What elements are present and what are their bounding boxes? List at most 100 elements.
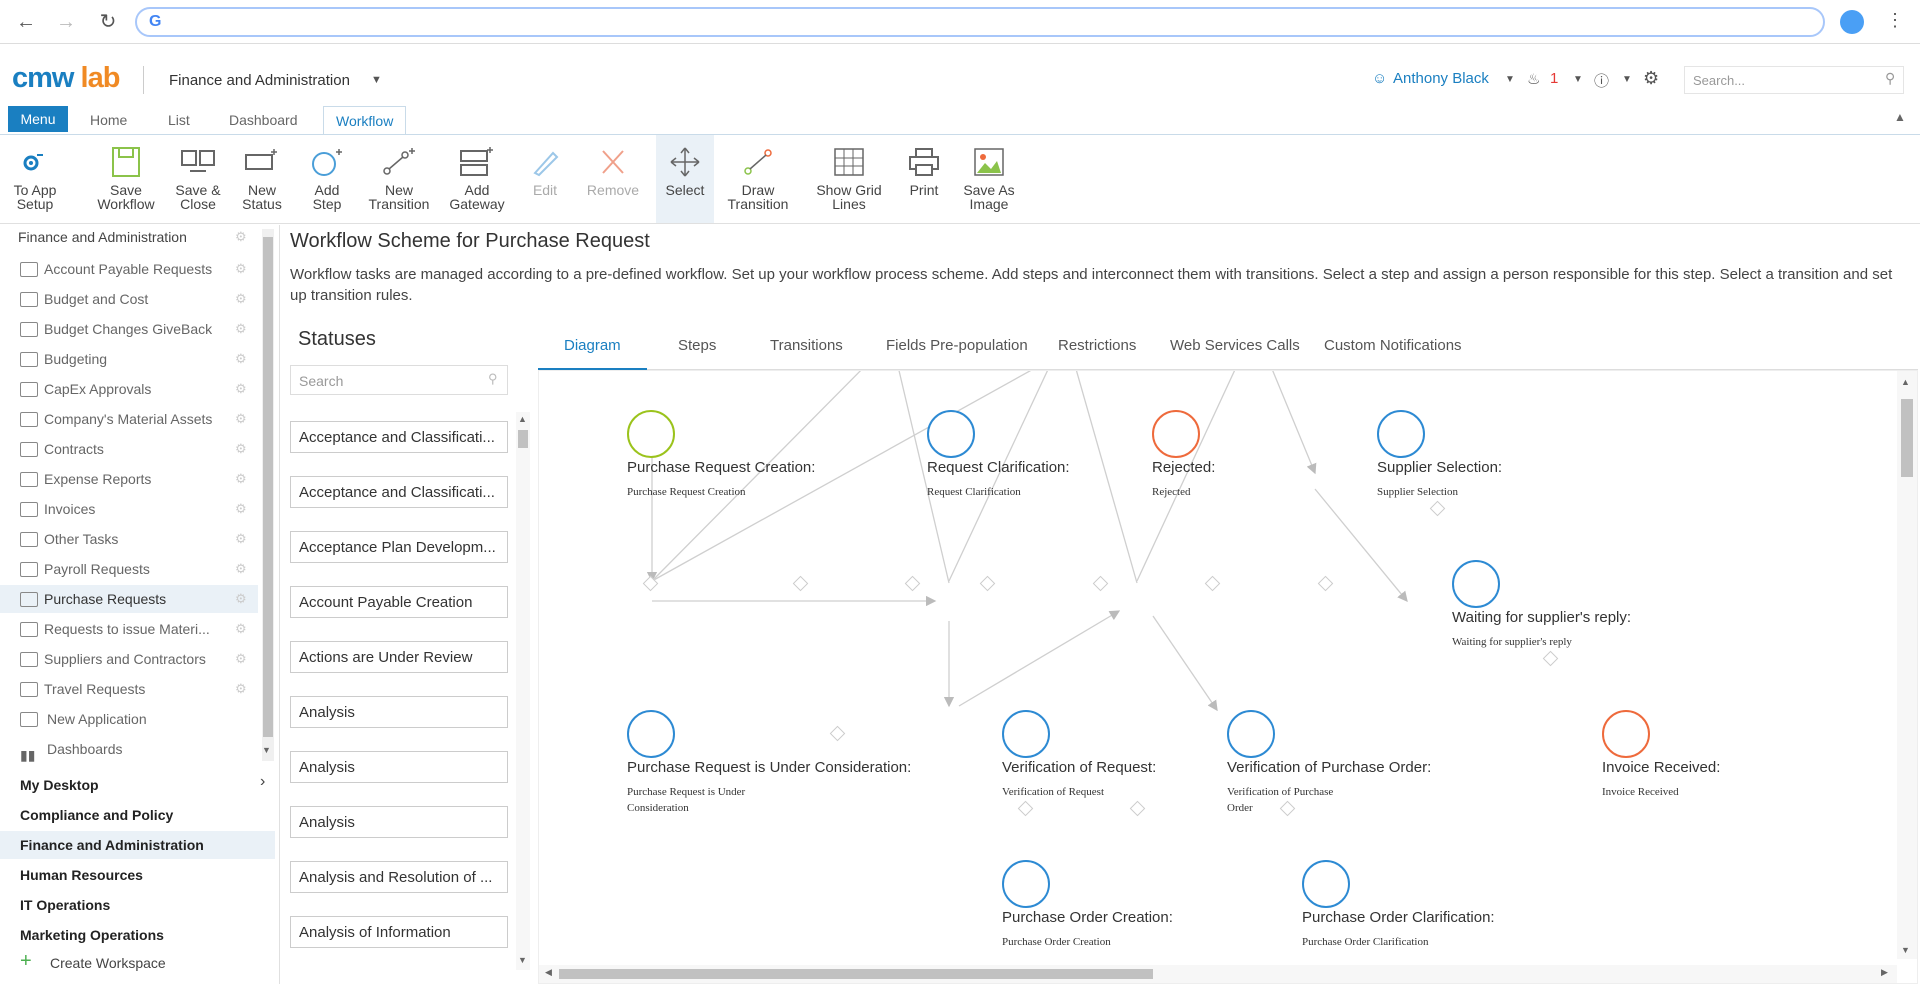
- sidebar-item-suppliers-and-contractors[interactable]: Suppliers and Contractors ⚙: [0, 645, 258, 673]
- chevron-right-icon[interactable]: ›: [260, 773, 265, 791]
- gear-icon[interactable]: ⚙: [235, 375, 247, 403]
- print-button[interactable]: Print: [900, 135, 948, 223]
- plus-icon[interactable]: +: [20, 951, 32, 971]
- gear-icon[interactable]: ⚙: [235, 645, 247, 673]
- sidebar-scroll-down-icon[interactable]: ▼: [262, 745, 271, 755]
- search-icon[interactable]: ⚲: [1885, 70, 1895, 87]
- workflow-step-node[interactable]: [1302, 860, 1350, 908]
- draw-transition-button[interactable]: Draw Transition: [720, 135, 796, 223]
- statuses-scroll-thumb[interactable]: [518, 430, 528, 448]
- select-button[interactable]: Select: [656, 135, 714, 223]
- tab-fields-pre-population[interactable]: Fields Pre-population: [860, 330, 1054, 370]
- tab-transitions[interactable]: Transitions: [744, 330, 869, 370]
- sidebar-item-travel-requests[interactable]: Travel Requests ⚙: [0, 675, 258, 703]
- extension-icon[interactable]: [1840, 10, 1864, 34]
- settings-gear-icon[interactable]: ⚙: [1643, 68, 1659, 89]
- diagram-scroll-right-icon[interactable]: ▶: [1881, 967, 1888, 978]
- sidebar-item-other-tasks[interactable]: Other Tasks ⚙: [0, 525, 258, 553]
- sidebar-item-invoices[interactable]: Invoices ⚙: [0, 495, 258, 523]
- status-item[interactable]: Acceptance and Classificati...: [290, 421, 508, 453]
- gear-icon[interactable]: ⚙: [235, 525, 247, 553]
- new-transition-button[interactable]: New Transition: [364, 135, 434, 223]
- forward-icon[interactable]: →: [54, 10, 78, 34]
- group-marketing-operations[interactable]: Marketing Operations: [0, 921, 275, 949]
- sidebar-new-application[interactable]: New Application: [0, 705, 258, 733]
- status-item[interactable]: Analysis: [290, 806, 508, 838]
- group-compliance-and-policy[interactable]: Compliance and Policy: [0, 801, 275, 829]
- add-gateway-button[interactable]: Add Gateway: [446, 135, 508, 223]
- sidebar-scroll-thumb[interactable]: [263, 237, 273, 737]
- statuses-scroll-up-icon[interactable]: ▲: [518, 414, 527, 424]
- sidebar-scrollbar[interactable]: [262, 229, 274, 761]
- tab-steps[interactable]: Steps: [652, 330, 742, 370]
- sidebar-item-budget-changes-giveback[interactable]: Budget Changes GiveBack ⚙: [0, 315, 258, 343]
- status-item[interactable]: Analysis and Resolution of ...: [290, 861, 508, 893]
- notification-caret-icon[interactable]: ▼: [1573, 74, 1583, 85]
- menu-button[interactable]: Menu: [8, 106, 68, 132]
- group-human-resources[interactable]: Human Resources: [0, 861, 275, 889]
- status-item[interactable]: Account Payable Creation: [290, 586, 508, 618]
- group-my-desktop[interactable]: My Desktop: [0, 771, 275, 799]
- sidebar-item-budget-and-cost[interactable]: Budget and Cost ⚙: [0, 285, 258, 313]
- global-search-input[interactable]: Search...: [1684, 66, 1904, 94]
- diagram-scroll-down-icon[interactable]: ▼: [1901, 945, 1910, 955]
- diagram-vscroll-thumb[interactable]: [1901, 399, 1913, 477]
- workspace-caret-icon[interactable]: ▼: [371, 74, 382, 86]
- gear-icon[interactable]: ⚙: [235, 615, 247, 643]
- workflow-step-node[interactable]: [1377, 410, 1425, 458]
- reload-icon[interactable]: ↻: [96, 10, 120, 34]
- search-icon[interactable]: ⚲: [488, 371, 498, 387]
- sidebar-item-purchase-requests[interactable]: Purchase Requests ⚙: [0, 585, 258, 613]
- sidebar-dashboards[interactable]: ▮▮ Dashboards: [0, 735, 258, 763]
- gear-icon[interactable]: ⚙: [235, 495, 247, 523]
- gear-icon[interactable]: ⚙: [235, 585, 247, 613]
- user-name[interactable]: Anthony Black: [1393, 70, 1489, 87]
- address-bar[interactable]: G: [135, 7, 1825, 37]
- help-icon[interactable]: ⓘ: [1594, 70, 1609, 91]
- gear-icon[interactable]: ⚙: [235, 285, 247, 313]
- add-step-button[interactable]: Add Step: [304, 135, 350, 223]
- tab-list[interactable]: List: [156, 106, 202, 134]
- gear-icon[interactable]: ⚙: [235, 435, 247, 463]
- user-caret-icon[interactable]: ▼: [1505, 74, 1515, 85]
- workspace-title[interactable]: Finance and Administration: [169, 72, 350, 89]
- sidebar-item-company-material-assets[interactable]: Company's Material Assets ⚙: [0, 405, 258, 433]
- remove-button[interactable]: Remove: [584, 135, 642, 223]
- workflow-step-node[interactable]: [1002, 710, 1050, 758]
- gear-icon[interactable]: ⚙: [235, 315, 247, 343]
- sidebar-item-contracts[interactable]: Contracts ⚙: [0, 435, 258, 463]
- sidebar-header[interactable]: Finance and Administration: [18, 229, 187, 245]
- back-icon[interactable]: ←: [14, 10, 38, 34]
- workflow-step-node[interactable]: [1152, 410, 1200, 458]
- status-item[interactable]: Acceptance and Classificati...: [290, 476, 508, 508]
- sidebar-item-expense-reports[interactable]: Expense Reports ⚙: [0, 465, 258, 493]
- save-close-button[interactable]: Save & Close: [170, 135, 226, 223]
- tab-dashboard[interactable]: Dashboard: [217, 106, 310, 134]
- tab-restrictions[interactable]: Restrictions: [1032, 330, 1162, 370]
- save-workflow-button[interactable]: Save Workflow: [88, 135, 164, 223]
- sidebar-item-capex-approvals[interactable]: CapEx Approvals ⚙: [0, 375, 258, 403]
- browser-menu-icon[interactable]: ⋮: [1886, 10, 1904, 31]
- gear-icon[interactable]: ⚙: [235, 255, 247, 283]
- gear-icon[interactable]: ⚙: [235, 465, 247, 493]
- new-status-button[interactable]: New Status: [234, 135, 290, 223]
- workflow-step-node[interactable]: [627, 710, 675, 758]
- workflow-step-node[interactable]: [1452, 560, 1500, 608]
- status-item[interactable]: Actions are Under Review: [290, 641, 508, 673]
- gear-icon[interactable]: ⚙: [235, 345, 247, 373]
- sidebar-item-budgeting[interactable]: Budgeting ⚙: [0, 345, 258, 373]
- user-icon[interactable]: ☺: [1372, 70, 1387, 87]
- gear-icon[interactable]: ⚙: [235, 405, 247, 433]
- edit-button[interactable]: Edit: [524, 135, 566, 223]
- status-item[interactable]: Acceptance Plan Developm...: [290, 531, 508, 563]
- gear-icon[interactable]: ⚙: [235, 555, 247, 583]
- status-item[interactable]: Analysis: [290, 751, 508, 783]
- status-item[interactable]: Analysis of Information: [290, 916, 508, 948]
- workflow-step-node[interactable]: [927, 410, 975, 458]
- group-it-operations[interactable]: IT Operations: [0, 891, 275, 919]
- sidebar-item-requests-to-issue-materials[interactable]: Requests to issue Materi... ⚙: [0, 615, 258, 643]
- diagram-scroll-left-icon[interactable]: ◀: [545, 967, 552, 978]
- create-workspace-link[interactable]: Create Workspace: [50, 955, 166, 971]
- tab-workflow[interactable]: Workflow: [323, 106, 407, 135]
- tab-custom-notifications[interactable]: Custom Notifications: [1298, 330, 1488, 370]
